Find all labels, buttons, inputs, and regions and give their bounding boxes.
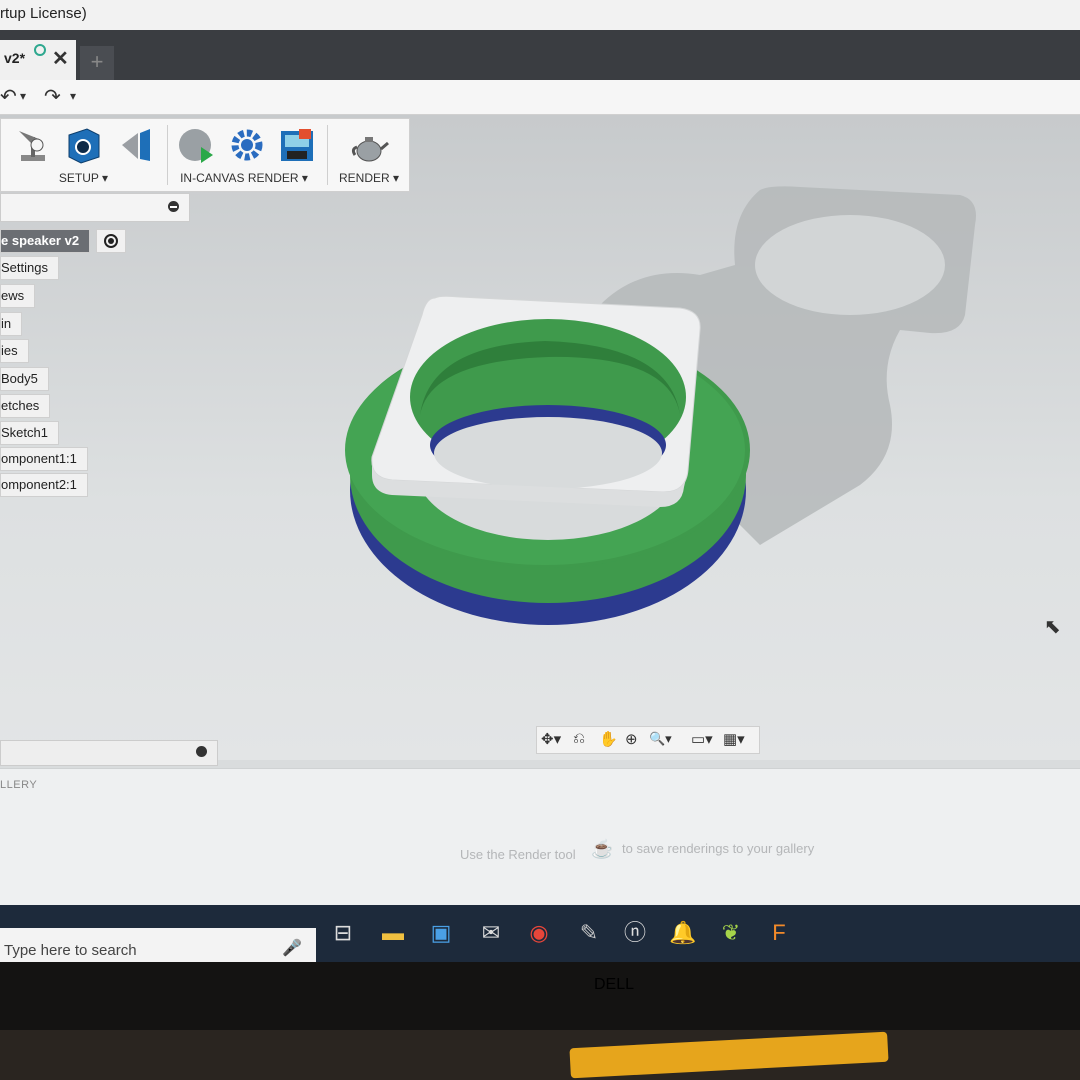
browser-root-item[interactable]: e speaker v2: [0, 229, 91, 253]
notion-icon[interactable]: ⓝ: [620, 918, 650, 948]
desk-surface: [0, 1030, 1080, 1080]
expand-panel-icon[interactable]: [196, 746, 207, 757]
comments-panel: [0, 740, 218, 766]
setup-menu[interactable]: SETUP ▾: [1, 171, 166, 185]
navigation-bar: ✥▾ ⎌ ✋ ⊕ 🔍▾ ▭▾ ▦▾: [536, 726, 760, 754]
browser-item-sketch1[interactable]: Sketch1: [0, 421, 59, 445]
file-explorer-icon[interactable]: ▬: [378, 918, 408, 948]
render-teapot-icon: ☕: [591, 839, 614, 859]
taskbar-search-box[interactable]: Type here to search 🎤: [0, 928, 316, 965]
sync-status-icon: [34, 44, 46, 56]
browser-item-body5[interactable]: Body5: [0, 367, 49, 391]
look-at-icon[interactable]: ⎌: [573, 730, 585, 747]
browser-item-component2[interactable]: omponent2:1: [0, 473, 88, 497]
mail-icon[interactable]: ✉: [476, 918, 506, 948]
in-canvas-render-menu[interactable]: IN-CANVAS RENDER ▾: [169, 171, 319, 185]
new-tab-button[interactable]: +: [80, 46, 114, 80]
gallery-empty-message-start: Use the Render tool: [460, 847, 576, 862]
undo-menu-icon[interactable]: ▾: [20, 89, 26, 103]
browser-item-bodies[interactable]: ies: [0, 339, 29, 363]
render-toolbar: SETUP ▾ IN-CANVAS RENDER ▾ RENDER ▾: [0, 118, 410, 192]
fit-icon[interactable]: 🔍▾: [649, 731, 672, 747]
leaf-app-icon[interactable]: ❦: [716, 918, 746, 948]
capture-image-icon[interactable]: [277, 125, 317, 165]
taskbar-search-placeholder: Type here to search: [4, 942, 137, 959]
gallery-title: LLERY: [0, 779, 38, 791]
decal-icon[interactable]: [116, 125, 156, 165]
grid-settings-icon[interactable]: ▦▾: [723, 730, 745, 748]
redo-icon[interactable]: ↷: [44, 84, 61, 109]
orbit-icon[interactable]: ✥▾: [541, 730, 561, 748]
paint-icon[interactable]: ✎: [574, 918, 604, 948]
zoom-icon[interactable]: ⊕: [625, 730, 638, 748]
render-menu[interactable]: RENDER ▾: [329, 171, 409, 185]
window-title: rtup License): [0, 5, 87, 22]
task-view-icon[interactable]: ⊟: [328, 918, 358, 948]
bracket-hole-floor: [434, 417, 662, 489]
notifications-icon[interactable]: 🔔: [668, 918, 698, 948]
render-teapot-icon[interactable]: [349, 125, 389, 165]
texture-map-icon[interactable]: [63, 125, 103, 165]
quick-access-toolbar: ↶ ▾ ↷ ▾: [0, 80, 1080, 115]
store-icon[interactable]: ▣: [426, 918, 456, 948]
browser-item-settings[interactable]: Settings: [0, 256, 59, 280]
close-tab-icon[interactable]: ✕: [52, 46, 69, 71]
tab-strip: v2* ✕ +: [0, 30, 1080, 80]
browser-panel-header: [0, 193, 190, 222]
chrome-icon[interactable]: ◉: [524, 918, 554, 948]
gallery-empty-message-end: to save renderings to your gallery: [622, 841, 815, 856]
title-bar: rtup License): [0, 0, 1080, 31]
in-canvas-render-group: IN-CANVAS RENDER ▾: [169, 119, 319, 191]
monitor-brand-logo: DELL: [594, 976, 635, 993]
render-settings-gear-icon[interactable]: [227, 125, 267, 165]
document-tab[interactable]: v2* ✕: [0, 40, 76, 80]
microphone-icon[interactable]: 🎤: [282, 938, 302, 958]
toolbar-divider: [167, 125, 168, 185]
toolbar-divider: [327, 125, 328, 185]
collapse-browser-icon[interactable]: [168, 201, 179, 212]
active-component-radio-icon[interactable]: [96, 229, 126, 253]
browser-item-origin[interactable]: in: [0, 312, 23, 336]
rendering-gallery: LLERY Use the Render tool ☕ to save rend…: [0, 768, 1080, 919]
mouse-cursor-icon: ⬉: [1044, 616, 1061, 638]
display-settings-icon[interactable]: ▭▾: [691, 730, 713, 748]
browser-item-views[interactable]: ews: [0, 284, 36, 308]
screen: rtup License) v2* ✕ + ↶ ▾ ↷ ▾ SETUP ▾ IN…: [0, 0, 1080, 965]
fusion-360-icon[interactable]: F: [764, 918, 794, 948]
undo-icon[interactable]: ↶: [0, 84, 17, 109]
in-canvas-render-icon[interactable]: [177, 125, 217, 165]
shadow-hole: [755, 215, 945, 315]
document-tab-label: v2*: [4, 50, 26, 66]
scene-settings-icon[interactable]: [13, 125, 53, 165]
browser-item-sketches[interactable]: etches: [0, 394, 51, 418]
setup-group: SETUP ▾: [1, 119, 166, 191]
pan-icon[interactable]: ✋: [599, 730, 618, 748]
browser-item-component1[interactable]: omponent1:1: [0, 447, 88, 471]
render-group: RENDER ▾: [329, 119, 409, 191]
redo-menu-icon[interactable]: ▾: [70, 89, 76, 103]
